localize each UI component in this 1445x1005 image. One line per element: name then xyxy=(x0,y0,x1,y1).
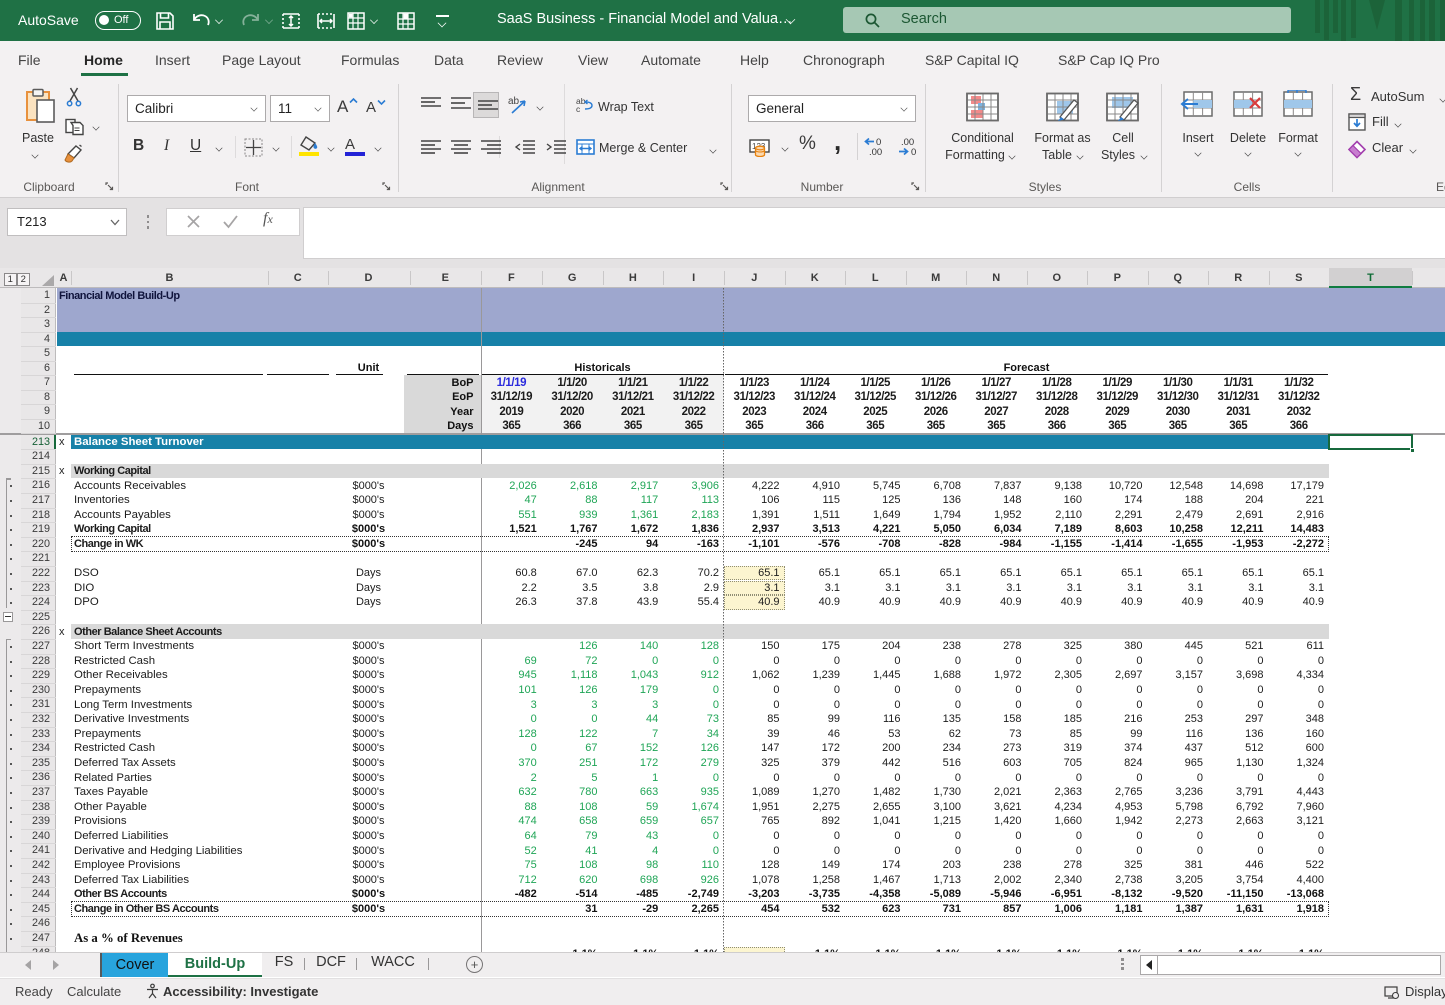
svg-text:0: 0 xyxy=(911,147,916,156)
svg-text:ab: ab xyxy=(508,96,520,107)
svg-text:.00: .00 xyxy=(869,147,882,156)
